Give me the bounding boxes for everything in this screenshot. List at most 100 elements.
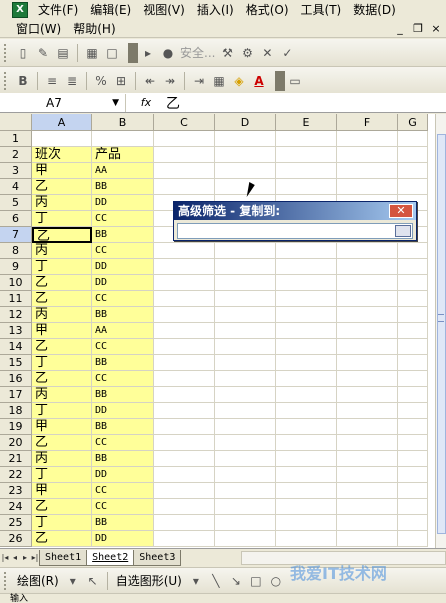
cell-e12[interactable] xyxy=(276,307,337,323)
minimize-icon[interactable]: _ xyxy=(394,22,406,35)
cell-b16[interactable]: CC xyxy=(92,371,154,387)
cell-a9[interactable]: 丁 xyxy=(32,259,92,275)
cell-c18[interactable] xyxy=(154,403,215,419)
cell-f12[interactable] xyxy=(337,307,398,323)
check-icon[interactable]: ✓ xyxy=(277,43,297,63)
indent-icon[interactable]: ⇥ xyxy=(189,71,209,91)
tab-sheet1[interactable]: Sheet1 xyxy=(39,549,88,566)
cell-b9[interactable]: DD xyxy=(92,259,154,275)
next-sheet-icon[interactable]: ▸ xyxy=(20,553,30,562)
cell-b8[interactable]: CC xyxy=(92,243,154,259)
cell-a25[interactable]: 丁 xyxy=(32,515,92,531)
vertical-scrollbar[interactable] xyxy=(435,114,446,548)
cell-f23[interactable] xyxy=(337,483,398,499)
cell-a22[interactable]: 丁 xyxy=(32,467,92,483)
cell-b18[interactable]: DD xyxy=(92,403,154,419)
cell-f24[interactable] xyxy=(337,499,398,515)
cell-f14[interactable] xyxy=(337,339,398,355)
table-icon[interactable]: ▦ xyxy=(82,43,102,63)
cell-c11[interactable] xyxy=(154,291,215,307)
cell-b25[interactable]: BB xyxy=(92,515,154,531)
menu-format[interactable]: 格式(O) xyxy=(240,1,295,19)
cell-c12[interactable] xyxy=(154,307,215,323)
cell-g10[interactable] xyxy=(398,275,428,291)
cell-b12[interactable]: BB xyxy=(92,307,154,323)
row-header[interactable]: 25 xyxy=(0,515,32,531)
cell-a10[interactable]: 乙 xyxy=(32,275,92,291)
row-header[interactable]: 6 xyxy=(0,211,32,227)
cell-g22[interactable] xyxy=(398,467,428,483)
cell-d11[interactable] xyxy=(215,291,276,307)
cell-f10[interactable] xyxy=(337,275,398,291)
cell-g1[interactable] xyxy=(398,131,428,147)
cell-f9[interactable] xyxy=(337,259,398,275)
cell-c21[interactable] xyxy=(154,451,215,467)
run-icon[interactable]: ▸ xyxy=(138,43,158,63)
row-header[interactable]: 18 xyxy=(0,403,32,419)
row-header[interactable]: 11 xyxy=(0,291,32,307)
square-icon[interactable]: □ xyxy=(102,43,122,63)
clipboard-icon[interactable]: ▤ xyxy=(53,43,73,63)
cell-g19[interactable] xyxy=(398,419,428,435)
cell-c23[interactable] xyxy=(154,483,215,499)
cell-f22[interactable] xyxy=(337,467,398,483)
cell-f13[interactable] xyxy=(337,323,398,339)
cell-a19[interactable]: 甲 xyxy=(32,419,92,435)
cell-g16[interactable] xyxy=(398,371,428,387)
column-header-b[interactable]: B xyxy=(92,114,154,131)
cell-g12[interactable] xyxy=(398,307,428,323)
row-header[interactable]: 3 xyxy=(0,163,32,179)
borders-icon[interactable]: ▦ xyxy=(209,71,229,91)
cell-e26[interactable] xyxy=(276,531,337,547)
row-header[interactable]: 9 xyxy=(0,259,32,275)
cell-g9[interactable] xyxy=(398,259,428,275)
cell-a24[interactable]: 乙 xyxy=(32,499,92,515)
cell-g4[interactable] xyxy=(398,179,428,195)
row-header[interactable]: 26 xyxy=(0,531,32,547)
cell-c15[interactable] xyxy=(154,355,215,371)
cell-c1[interactable] xyxy=(154,131,215,147)
percent-icon[interactable]: % xyxy=(91,71,111,91)
cell-g15[interactable] xyxy=(398,355,428,371)
cell-b10[interactable]: DD xyxy=(92,275,154,291)
cell-d23[interactable] xyxy=(215,483,276,499)
row-header[interactable]: 5 xyxy=(0,195,32,211)
cell-c25[interactable] xyxy=(154,515,215,531)
cell-f17[interactable] xyxy=(337,387,398,403)
toolbar-grip[interactable] xyxy=(4,71,7,90)
tools-icon[interactable]: ✕ xyxy=(257,43,277,63)
column-header-d[interactable]: D xyxy=(215,114,276,131)
restore-icon[interactable]: ❐ xyxy=(412,22,424,35)
menu-window[interactable]: 窗口(W) xyxy=(10,20,67,38)
cell-d13[interactable] xyxy=(215,323,276,339)
cell-g21[interactable] xyxy=(398,451,428,467)
cell-b20[interactable]: CC xyxy=(92,435,154,451)
cell-b13[interactable]: AA xyxy=(92,323,154,339)
security-button[interactable]: 安全... xyxy=(178,44,217,61)
drawing-toolbar-icon[interactable]: ▭ xyxy=(285,71,305,91)
cell-d25[interactable] xyxy=(215,515,276,531)
cell-a16[interactable]: 乙 xyxy=(32,371,92,387)
cell-a15[interactable]: 丁 xyxy=(32,355,92,371)
cell-f25[interactable] xyxy=(337,515,398,531)
column-header-f[interactable]: F xyxy=(337,114,398,131)
cell-g24[interactable] xyxy=(398,499,428,515)
cell-c24[interactable] xyxy=(154,499,215,515)
cell-b7[interactable]: BB xyxy=(92,227,154,243)
cell-g8[interactable] xyxy=(398,243,428,259)
menu-help[interactable]: 帮助(H) xyxy=(67,20,121,38)
cell-e17[interactable] xyxy=(276,387,337,403)
cell-f1[interactable] xyxy=(337,131,398,147)
cell-b3[interactable]: AA xyxy=(92,163,154,179)
cell-g23[interactable] xyxy=(398,483,428,499)
cell-e16[interactable] xyxy=(276,371,337,387)
cell-g3[interactable] xyxy=(398,163,428,179)
cell-b5[interactable]: DD xyxy=(92,195,154,211)
cell-d16[interactable] xyxy=(215,371,276,387)
cell-e2[interactable] xyxy=(276,147,337,163)
name-box[interactable]: A7 ▼ xyxy=(0,93,126,112)
cell-d21[interactable] xyxy=(215,451,276,467)
cell-c3[interactable] xyxy=(154,163,215,179)
chevron-down-icon[interactable]: ▾ xyxy=(63,571,83,591)
cell-b17[interactable]: BB xyxy=(92,387,154,403)
